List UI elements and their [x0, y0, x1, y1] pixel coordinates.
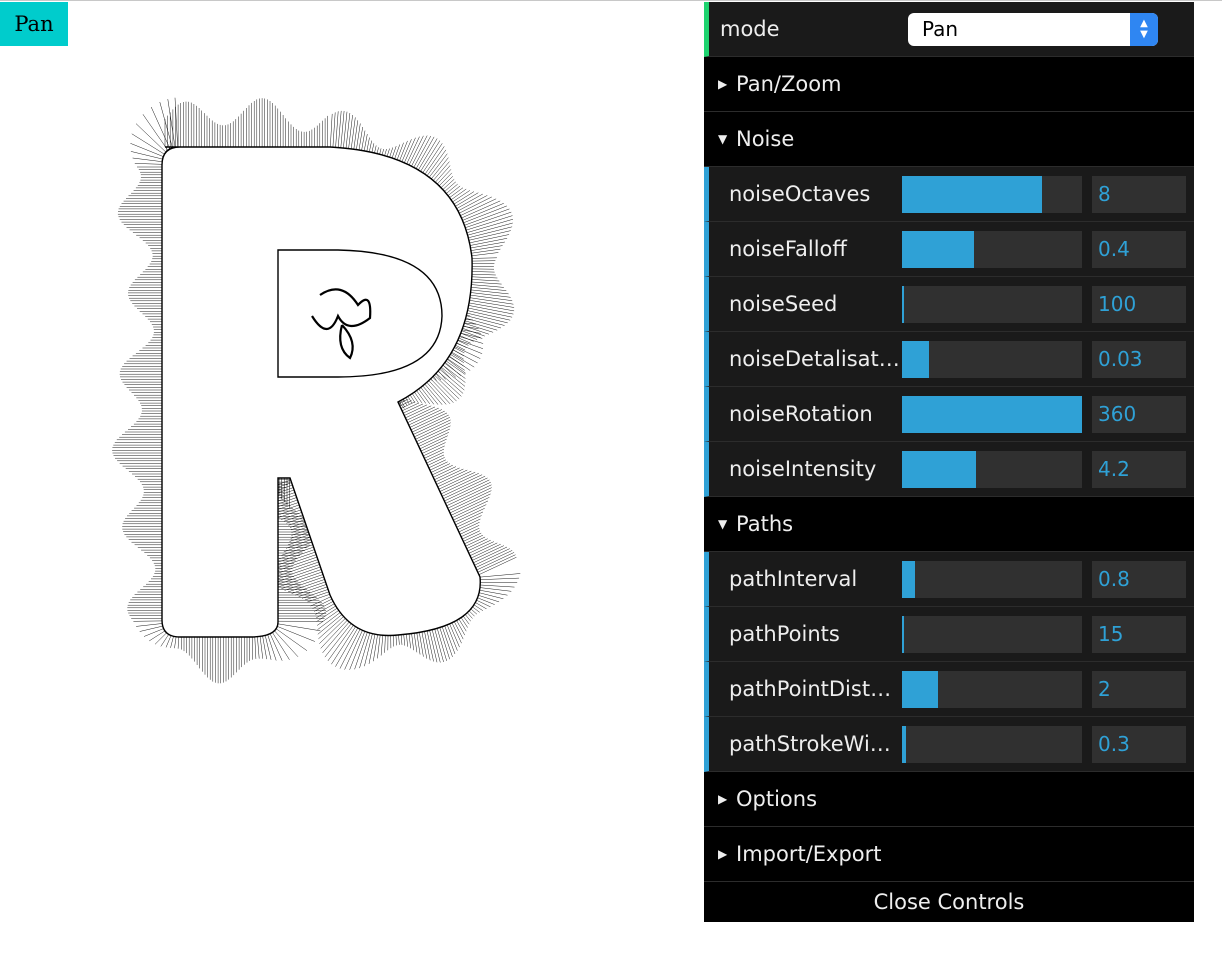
slider-label: noiseOctaves — [729, 182, 871, 206]
mode-select-value: Pan — [922, 17, 959, 41]
slider-row-pathPoints: pathPoints 15 — [704, 607, 1194, 662]
slider-fill — [902, 286, 904, 323]
top-border — [0, 0, 1222, 1]
caret-down-icon: ▼ — [718, 517, 728, 531]
slider-value-input[interactable]: 0.4 — [1092, 231, 1186, 268]
mode-label: mode — [720, 17, 780, 41]
caret-right-icon: ▶ — [718, 77, 728, 91]
slider-track[interactable] — [902, 451, 1082, 488]
folder-title: Paths — [736, 512, 794, 536]
slider-fill — [902, 231, 974, 268]
caret-down-icon: ▼ — [718, 132, 728, 146]
slider-track[interactable] — [902, 561, 1082, 598]
slider-row-pathPointDistance: pathPointDistance 2 — [704, 662, 1194, 717]
close-controls-button[interactable]: Close Controls — [704, 882, 1194, 922]
slider-row-pathStrokeWidth: pathStrokeWidth 0.3 — [704, 717, 1194, 772]
noise-controls: noiseOctaves 8 noiseFalloff 0.4 noiseSeed 100… — [704, 167, 1194, 497]
mode-row: mode Pan ▲ ▼ — [704, 2, 1194, 57]
slider-track[interactable] — [902, 616, 1082, 653]
slider-value-input[interactable]: 2 — [1092, 671, 1186, 708]
slider-track[interactable] — [902, 726, 1082, 763]
slider-row-noiseIntensity: noiseIntensity 4.2 — [704, 442, 1194, 497]
slider-value-input[interactable]: 0.3 — [1092, 726, 1186, 763]
slider-value-input[interactable]: 4.2 — [1092, 451, 1186, 488]
folder-title: Import/Export — [736, 842, 882, 866]
slider-fill — [902, 396, 1082, 433]
slider-fill — [902, 176, 1043, 213]
slider-track[interactable] — [902, 671, 1082, 708]
slider-track[interactable] — [902, 231, 1082, 268]
slider-label: pathPointDistance — [729, 677, 903, 701]
slider-label: noiseIntensity — [729, 457, 877, 481]
slider-label: noiseFalloff — [729, 237, 847, 261]
slider-value-input[interactable]: 15 — [1092, 616, 1186, 653]
slider-value-input[interactable]: 8 — [1092, 176, 1186, 213]
slider-track[interactable] — [902, 396, 1082, 433]
folder-title: Pan/Zoom — [736, 72, 842, 96]
folder-noise[interactable]: ▼ Noise — [704, 112, 1194, 167]
slider-track[interactable] — [902, 286, 1082, 323]
slider-fill — [902, 616, 904, 653]
slider-row-noiseSeed: noiseSeed 100 — [704, 277, 1194, 332]
select-arrows-icon: ▲ ▼ — [1130, 13, 1158, 46]
slider-track[interactable] — [902, 176, 1082, 213]
slider-fill — [902, 671, 938, 708]
counter-scribble — [311, 288, 372, 360]
letter-r-artwork — [112, 97, 521, 684]
slider-fill — [902, 341, 929, 378]
caret-right-icon: ▶ — [718, 847, 728, 861]
folder-title: Options — [736, 787, 818, 811]
controls-panel: mode Pan ▲ ▼ ▶ Pan/Zoom ▼ Noise noiseOcta… — [704, 2, 1194, 922]
slider-label: pathPoints — [729, 622, 840, 646]
slider-row-noiseRotation: noiseRotation 360 — [704, 387, 1194, 442]
slider-row-noiseOctaves: noiseOctaves 8 — [704, 167, 1194, 222]
mode-select[interactable]: Pan ▲ ▼ — [908, 13, 1158, 46]
caret-right-icon: ▶ — [718, 792, 728, 806]
slider-row-pathInterval: pathInterval 0.8 — [704, 552, 1194, 607]
folder-title: Noise — [736, 127, 795, 151]
slider-label: noiseRotation — [729, 402, 873, 426]
slider-label: noiseSeed — [729, 292, 838, 316]
slider-label: pathStrokeWidth — [729, 732, 903, 756]
folder-paths[interactable]: ▼ Paths — [704, 497, 1194, 552]
slider-fill — [902, 451, 976, 488]
slider-value-input[interactable]: 0.8 — [1092, 561, 1186, 598]
slider-row-noiseDetalisation: noiseDetalisation 0.03 — [704, 332, 1194, 387]
slider-value-input[interactable]: 100 — [1092, 286, 1186, 323]
slider-value-input[interactable]: 360 — [1092, 396, 1186, 433]
slider-value-input[interactable]: 0.03 — [1092, 341, 1186, 378]
slider-fill — [902, 561, 915, 598]
slider-label: pathInterval — [729, 567, 858, 591]
slider-track[interactable] — [902, 341, 1082, 378]
slider-row-noiseFalloff: noiseFalloff 0.4 — [704, 222, 1194, 277]
slider-fill — [902, 726, 906, 763]
paths-controls: pathInterval 0.8 pathPoints 15 pathPointDist… — [704, 552, 1194, 772]
folder-panzoom[interactable]: ▶ Pan/Zoom — [704, 57, 1194, 112]
mode-indicator[interactable]: Pan — [0, 2, 68, 46]
slider-label: noiseDetalisation — [729, 347, 903, 371]
folder-import-export[interactable]: ▶ Import/Export — [704, 827, 1194, 882]
letter-r-shape — [161, 146, 481, 638]
folder-options[interactable]: ▶ Options — [704, 772, 1194, 827]
